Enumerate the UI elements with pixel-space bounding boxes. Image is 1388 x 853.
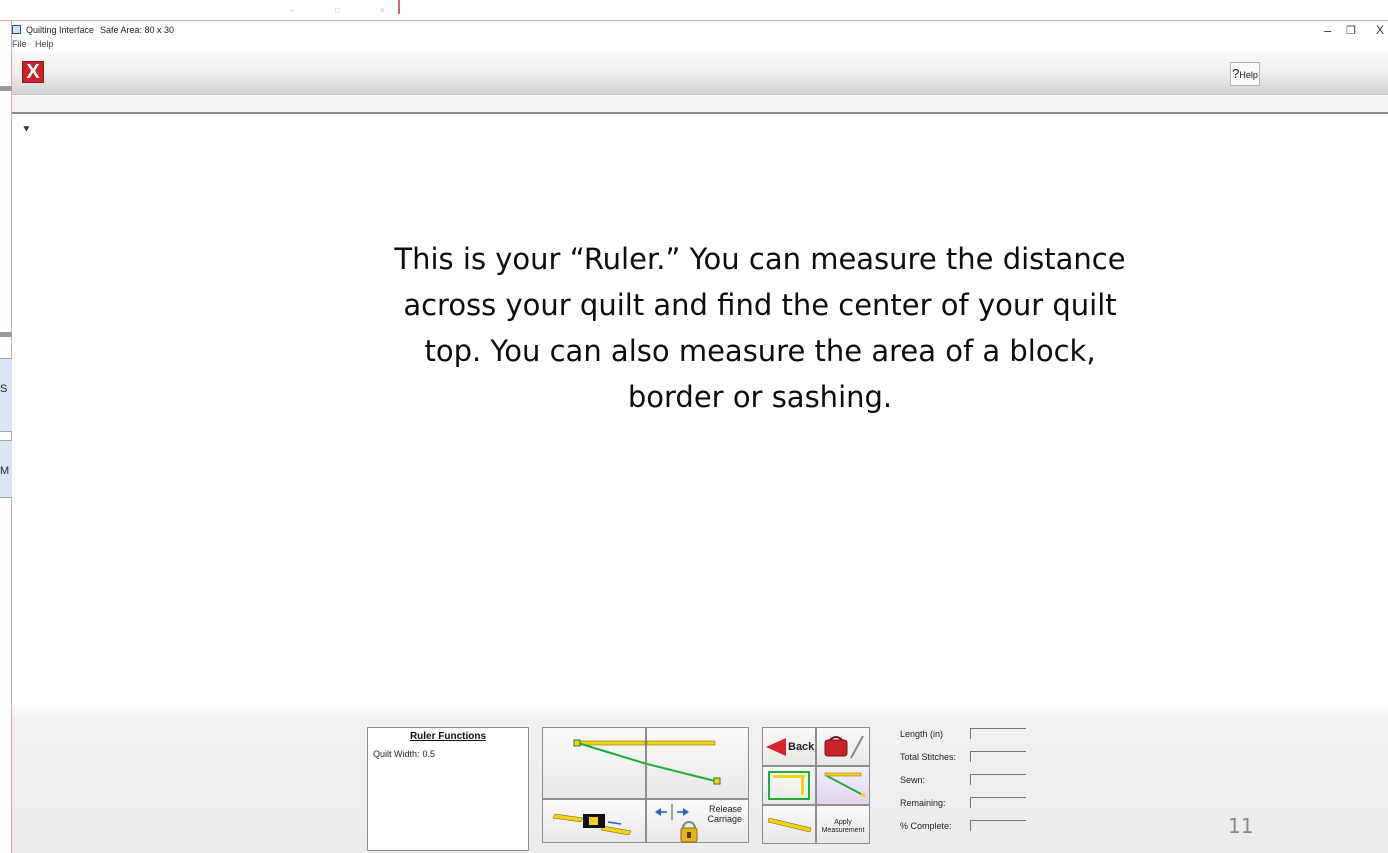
annotation-line-4: border or sashing. — [627, 380, 893, 414]
diagonal-measure-icon — [824, 772, 865, 797]
rectangle-area-icon — [768, 771, 810, 800]
left-tool-button-m[interactable]: M — [0, 440, 12, 498]
safe-area-label: Safe Area: 80 x 30 — [100, 25, 175, 35]
close-tool-button[interactable]: X — [22, 61, 44, 83]
background-window-edge — [398, 0, 400, 14]
title-bar: Quilting Interface Safe Area: 80 x 30 – … — [0, 20, 1388, 38]
measure-end-point-button[interactable] — [646, 727, 749, 799]
restore-icon[interactable]: ❐ — [1346, 24, 1356, 37]
help-button-label: Help — [1239, 70, 1258, 80]
left-panel-divider — [0, 332, 12, 337]
back-arrow-icon — [766, 738, 786, 756]
apply-measurement-button[interactable]: Apply Measurement — [816, 805, 870, 844]
help-button[interactable]: ?Help — [1230, 62, 1260, 86]
measure-start-point-button[interactable] — [542, 727, 648, 799]
screen: – □ × Quilting Interface Safe Area: 80 x… — [0, 0, 1388, 853]
measure-area-button[interactable] — [762, 766, 816, 805]
window-title: Quilting Interface — [26, 25, 95, 35]
close-window-icon[interactable]: X — [1376, 23, 1384, 37]
sewn-field — [970, 774, 1026, 785]
annotation-line-2: across your quilt and find the center of… — [403, 288, 1117, 322]
app-icon — [12, 25, 21, 34]
ghost-restore-icon: □ — [335, 6, 340, 15]
sewn-label: Sewn: — [900, 775, 926, 785]
ruler-functions-title: Ruler Functions — [409, 731, 487, 742]
remaining-field — [970, 797, 1026, 808]
left-tool-label-m: M — [0, 465, 10, 477]
measure-diagonal-end-icon — [646, 740, 721, 785]
pointer-marker-icon: ⯆ — [22, 124, 31, 136]
menu-bar: File Help — [12, 39, 60, 52]
toolbar: X ?Help — [12, 52, 1388, 95]
left-tool-label-s: S — [0, 383, 8, 395]
slide-annotation: This is your “Ruler.” You can measure th… — [330, 236, 1190, 420]
length-label: Length (in) — [900, 729, 944, 739]
left-tool-button-s[interactable]: S — [0, 358, 12, 432]
release-label-line1: Release — [708, 804, 742, 814]
apply-label-line1: Apply — [834, 819, 852, 826]
quilt-width-value: 0.5 — [422, 749, 436, 759]
total-stitches-field — [970, 751, 1026, 762]
menu-file[interactable]: File — [12, 39, 27, 49]
ghost-close-icon: × — [380, 6, 385, 15]
total-stitches-label: Total Stitches: — [900, 752, 957, 762]
toolbox-button[interactable] — [816, 727, 870, 766]
release-label-line2: Carriage — [707, 814, 742, 824]
ruler-tool-button[interactable] — [762, 805, 816, 844]
quilt-width-label: Quilt Width: — [373, 749, 420, 759]
release-carriage-label: Release Carriage — [692, 804, 742, 824]
left-panel-handle — [0, 86, 12, 91]
back-button[interactable]: Back — [762, 727, 816, 766]
stitch-stats-panel: Length (in) Total Stitches: Sewn: Remain… — [900, 727, 1050, 842]
minimize-icon[interactable]: – — [1324, 23, 1331, 38]
stat-row-length: Length (in) — [900, 727, 1050, 750]
move-to-ruler-button[interactable] — [542, 799, 646, 843]
back-button-label: Back — [788, 741, 815, 753]
length-field — [970, 728, 1026, 739]
apply-measurement-label: Apply Measurement — [817, 819, 869, 835]
stat-row-total-stitches: Total Stitches: — [900, 750, 1050, 773]
ruler-functions-panel: Ruler Functions Quilt Width: 0.5 — [367, 727, 529, 851]
remaining-label: Remaining: — [900, 798, 946, 808]
stat-row-remaining: Remaining: — [900, 796, 1050, 819]
annotation-line-1: This is your “Ruler.” You can measure th… — [394, 242, 1126, 276]
stat-row-complete: % Complete: — [900, 819, 1050, 842]
release-carriage-button[interactable]: Release Carriage — [646, 799, 749, 843]
apply-label-line2: Measurement — [821, 827, 865, 834]
measure-line-button[interactable] — [816, 766, 870, 805]
toolbox-icon — [824, 735, 864, 759]
menu-help[interactable]: Help — [35, 39, 54, 49]
background-window-controls: – □ × — [240, 0, 410, 20]
stat-row-sewn: Sewn: — [900, 773, 1050, 796]
percent-complete-field — [970, 820, 1026, 831]
quilt-width-readout: Quilt Width: 0.5 — [373, 749, 435, 759]
ruler-icon — [767, 817, 812, 833]
measure-diagonal-icon — [573, 739, 648, 765]
percent-complete-label: % Complete: — [900, 821, 952, 831]
machine-on-ruler-icon — [552, 813, 632, 836]
slide-page-number: 11 — [1228, 814, 1254, 838]
annotation-line-3: top. You can also measure the area of a … — [424, 334, 1096, 368]
ghost-minimize-icon: – — [290, 6, 295, 15]
bottom-control-panel: Ruler Functions Quilt Width: 0.5 Release… — [12, 703, 1388, 853]
toolbar-strip — [12, 96, 1388, 114]
